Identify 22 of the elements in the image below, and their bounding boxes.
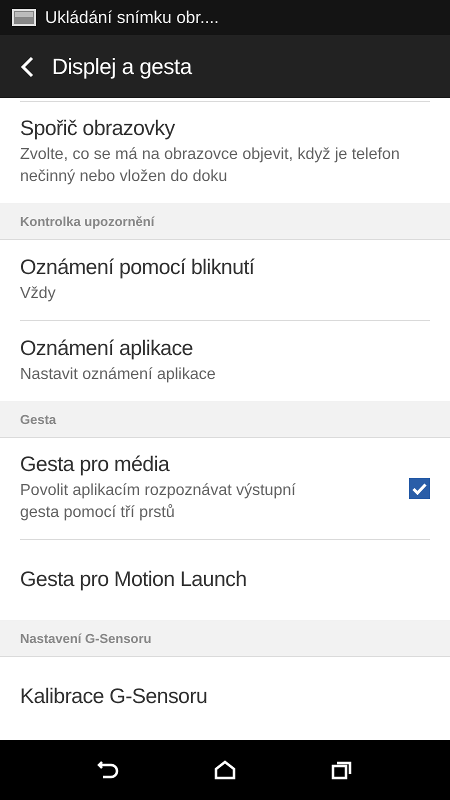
section-header: Nastavení G-Sensoru [20, 630, 152, 646]
back-icon[interactable] [20, 56, 34, 78]
setting-summary: Nastavit oznámení aplikace [20, 364, 217, 384]
checkbox[interactable] [409, 478, 430, 499]
setting-summary: Vždy [20, 284, 57, 304]
setting-title[interactable]: Gesta pro média [20, 453, 389, 477]
home-icon[interactable] [214, 760, 236, 780]
setting-title[interactable]: Gesta pro Motion Launch [20, 568, 430, 592]
image-icon [12, 9, 36, 26]
section-header: Gesta [20, 412, 56, 426]
setting-title[interactable]: Oznámení pomocí bliknutí [20, 256, 430, 280]
setting-title[interactable]: Oznámení aplikace [20, 336, 430, 360]
check-icon [412, 482, 427, 494]
setting-summary: Povolit aplikacím rozpoznávat výstupní gesta pomocí tří prstů [20, 481, 297, 523]
section-header: Kontrolka upozornění [20, 214, 154, 228]
setting-title[interactable]: Spořič obrazovky [20, 117, 430, 141]
notification-text: Ukládání snímku obr.... [45, 8, 219, 28]
setting-summary: Zvolte, co se má na obrazovce objevit, když je telefon nečinný nebo vložen do doku [20, 145, 401, 187]
setting-title[interactable]: Kalibrace G-Sensoru [20, 685, 430, 709]
screen-title: Displej a gesta [52, 54, 192, 80]
back-icon[interactable] [97, 760, 120, 780]
recent-apps-icon[interactable] [330, 760, 353, 780]
